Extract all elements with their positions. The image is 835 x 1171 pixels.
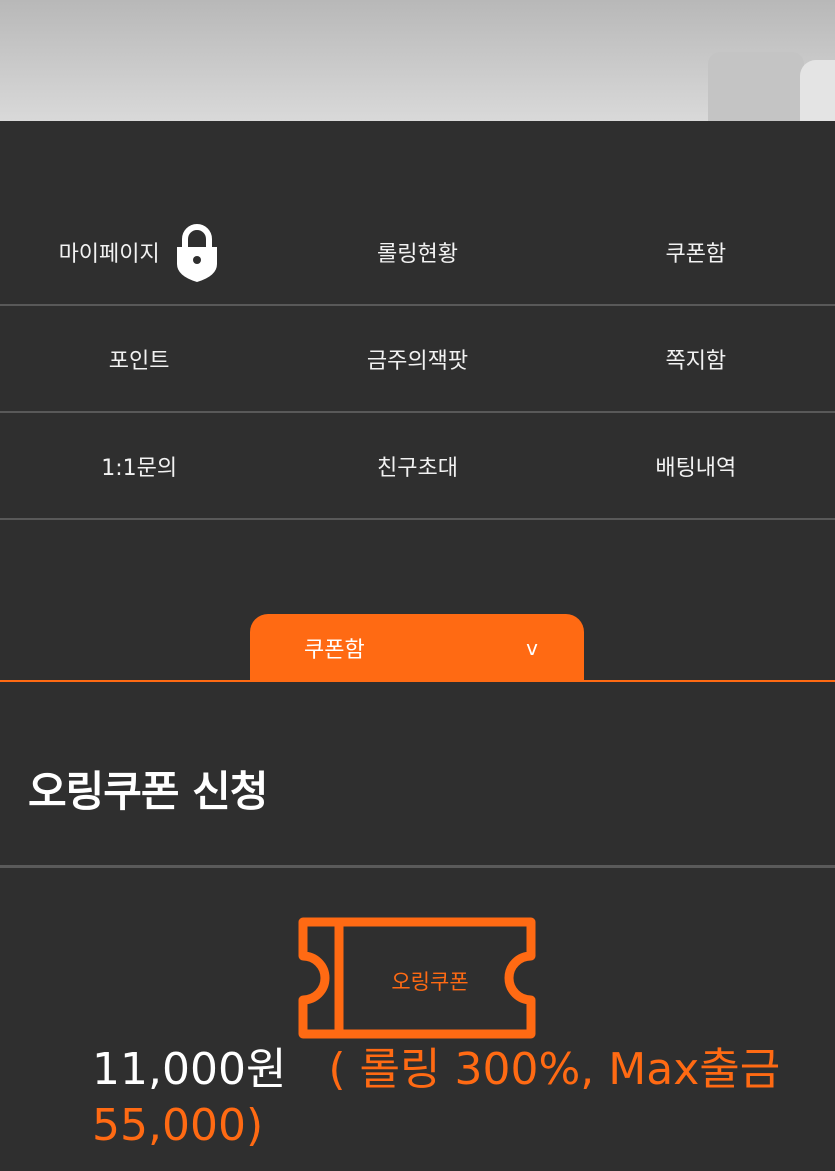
menu-item-label: 쿠폰함 (665, 241, 727, 267)
banner-decoration (708, 52, 804, 121)
coupon-amount-block: 11,000원 ( 롤링 300%, Max출금 55,000) (92, 1042, 812, 1154)
menu-item-label: 친구초대 (377, 455, 458, 481)
menu-item-betting-history[interactable]: 배팅내역 (557, 413, 835, 518)
menu-item-label: 배팅내역 (655, 455, 737, 481)
menu-item-messages[interactable]: 쪽지함 (557, 306, 835, 411)
menu-item-rolling-status[interactable]: 롤링현황 (278, 199, 556, 304)
menu-row: 1:1문의 친구초대 배팅내역 (0, 413, 835, 520)
tab-dropdown-label: 쿠폰함 (304, 638, 365, 663)
menu-item-invite-friend[interactable]: 친구초대 (278, 413, 556, 518)
coupon-tab-dropdown[interactable]: 쿠폰함 v (250, 614, 584, 682)
menu-item-label: 1:1문의 (101, 455, 178, 481)
coupon-amount: 11,000원 (92, 1044, 287, 1095)
menu-item-inquiry[interactable]: 1:1문의 (0, 413, 278, 518)
divider (0, 865, 835, 868)
menu-item-label: 포인트 (108, 348, 170, 374)
page-title: 오링쿠폰 신청 (28, 767, 268, 816)
menu-item-label: 마이페이지 (58, 241, 160, 267)
coupon-label: 오링쿠폰 (391, 970, 469, 994)
menu-item-label: 금주의잭팟 (366, 348, 469, 374)
menu-item-label: 롤링현황 (377, 241, 458, 267)
top-banner (0, 0, 835, 121)
chevron-down-icon: v (526, 636, 538, 660)
menu-item-mypage[interactable]: 마이페이지 (0, 199, 278, 304)
menu-row: 마이페이지 롤링현황 쿠폰함 (0, 199, 835, 306)
lock-icon (174, 220, 220, 284)
menu-item-label: 쪽지함 (665, 348, 727, 374)
menu-item-weekly-jackpot[interactable]: 금주의잭팟 (278, 306, 556, 411)
menu-row: 포인트 금주의잭팟 쪽지함 (0, 306, 835, 413)
menu-item-point[interactable]: 포인트 (0, 306, 278, 411)
mypage-menu-grid: 마이페이지 롤링현황 쿠폰함 포인트 금주의잭팟 쪽지함 1:1문의 친구초대 … (0, 199, 835, 520)
banner-decoration (800, 60, 835, 121)
menu-item-coupon-box[interactable]: 쿠폰함 (557, 199, 835, 304)
